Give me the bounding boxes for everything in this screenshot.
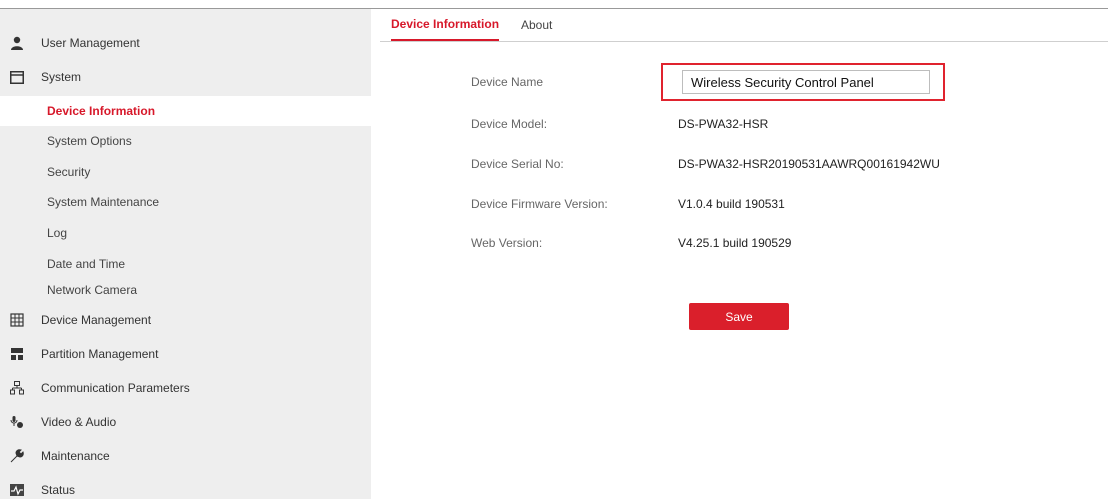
web-version-label: Web Version: (471, 236, 543, 250)
user-icon (8, 34, 26, 52)
device-model-label: Device Model: (471, 117, 548, 131)
sidebar-item-label: System Maintenance (47, 195, 160, 209)
microphone-icon (8, 413, 26, 431)
partition-icon (8, 345, 26, 363)
sidebar-item-label: Status (41, 483, 76, 497)
wrench-icon (8, 447, 26, 465)
sidebar-item-label: Log (47, 226, 68, 240)
firmware-version-label: Device Firmware Version: (471, 197, 608, 211)
firmware-version-value: V1.0.4 build 190531 (678, 197, 785, 211)
sidebar-item-label: System Options (47, 134, 132, 148)
sidebar-item-log[interactable]: Log (0, 218, 371, 248)
sidebar-item-network-camera[interactable]: Network Camera (0, 275, 371, 305)
sidebar-item-label: Maintenance (41, 449, 110, 463)
tab-device-information[interactable]: Device Information (391, 9, 500, 41)
grid-icon (8, 311, 26, 329)
sidebar-item-label: Video & Audio (41, 415, 117, 429)
sidebar: User Management System Device Informatio… (0, 9, 371, 499)
sidebar-item-video-audio[interactable]: Video & Audio (0, 405, 371, 439)
sidebar-item-label: Communication Parameters (41, 381, 190, 395)
device-name-highlight (661, 63, 945, 101)
sidebar-item-label: Date and Time (47, 257, 126, 271)
sidebar-item-user-management[interactable]: User Management (0, 26, 371, 60)
window-icon (8, 68, 26, 86)
sidebar-item-partition-management[interactable]: Partition Management (0, 337, 371, 371)
sidebar-item-system-maintenance[interactable]: System Maintenance (0, 187, 371, 217)
tab-about[interactable]: About (521, 9, 552, 41)
sidebar-item-label: Device Information (47, 104, 156, 118)
sidebar-item-communication-parameters[interactable]: Communication Parameters (0, 371, 371, 405)
sidebar-item-system[interactable]: System (0, 60, 371, 94)
sidebar-item-label: System (41, 70, 82, 84)
device-name-label: Device Name (471, 75, 544, 89)
save-button[interactable]: Save (689, 303, 789, 330)
device-model-value: DS-PWA32-HSR (678, 117, 769, 131)
tab-label: Device Information (391, 17, 500, 31)
serial-number-value: DS-PWA32-HSR20190531AAWRQ00161942WU (678, 157, 940, 171)
network-icon (8, 379, 26, 397)
tab-divider (380, 41, 1108, 42)
sidebar-item-maintenance[interactable]: Maintenance (0, 439, 371, 473)
tab-label: About (521, 18, 553, 32)
sidebar-item-system-options[interactable]: System Options (0, 126, 371, 156)
sidebar-item-device-information[interactable]: Device Information (0, 96, 371, 126)
sidebar-item-status[interactable]: Status (0, 473, 371, 499)
device-name-input[interactable] (682, 70, 930, 94)
sidebar-item-security[interactable]: Security (0, 157, 371, 187)
sidebar-item-label: Device Management (41, 313, 152, 327)
sidebar-item-label: Security (47, 165, 91, 179)
pulse-icon (8, 481, 26, 499)
sidebar-item-label: Network Camera (47, 283, 138, 297)
sidebar-item-label: Partition Management (41, 347, 159, 361)
tab-bar: Device Information About (380, 9, 1108, 41)
sidebar-item-label: User Management (41, 36, 140, 50)
sidebar-item-device-management[interactable]: Device Management (0, 303, 371, 337)
serial-number-label: Device Serial No: (471, 157, 564, 171)
web-version-value: V4.25.1 build 190529 (678, 236, 792, 250)
